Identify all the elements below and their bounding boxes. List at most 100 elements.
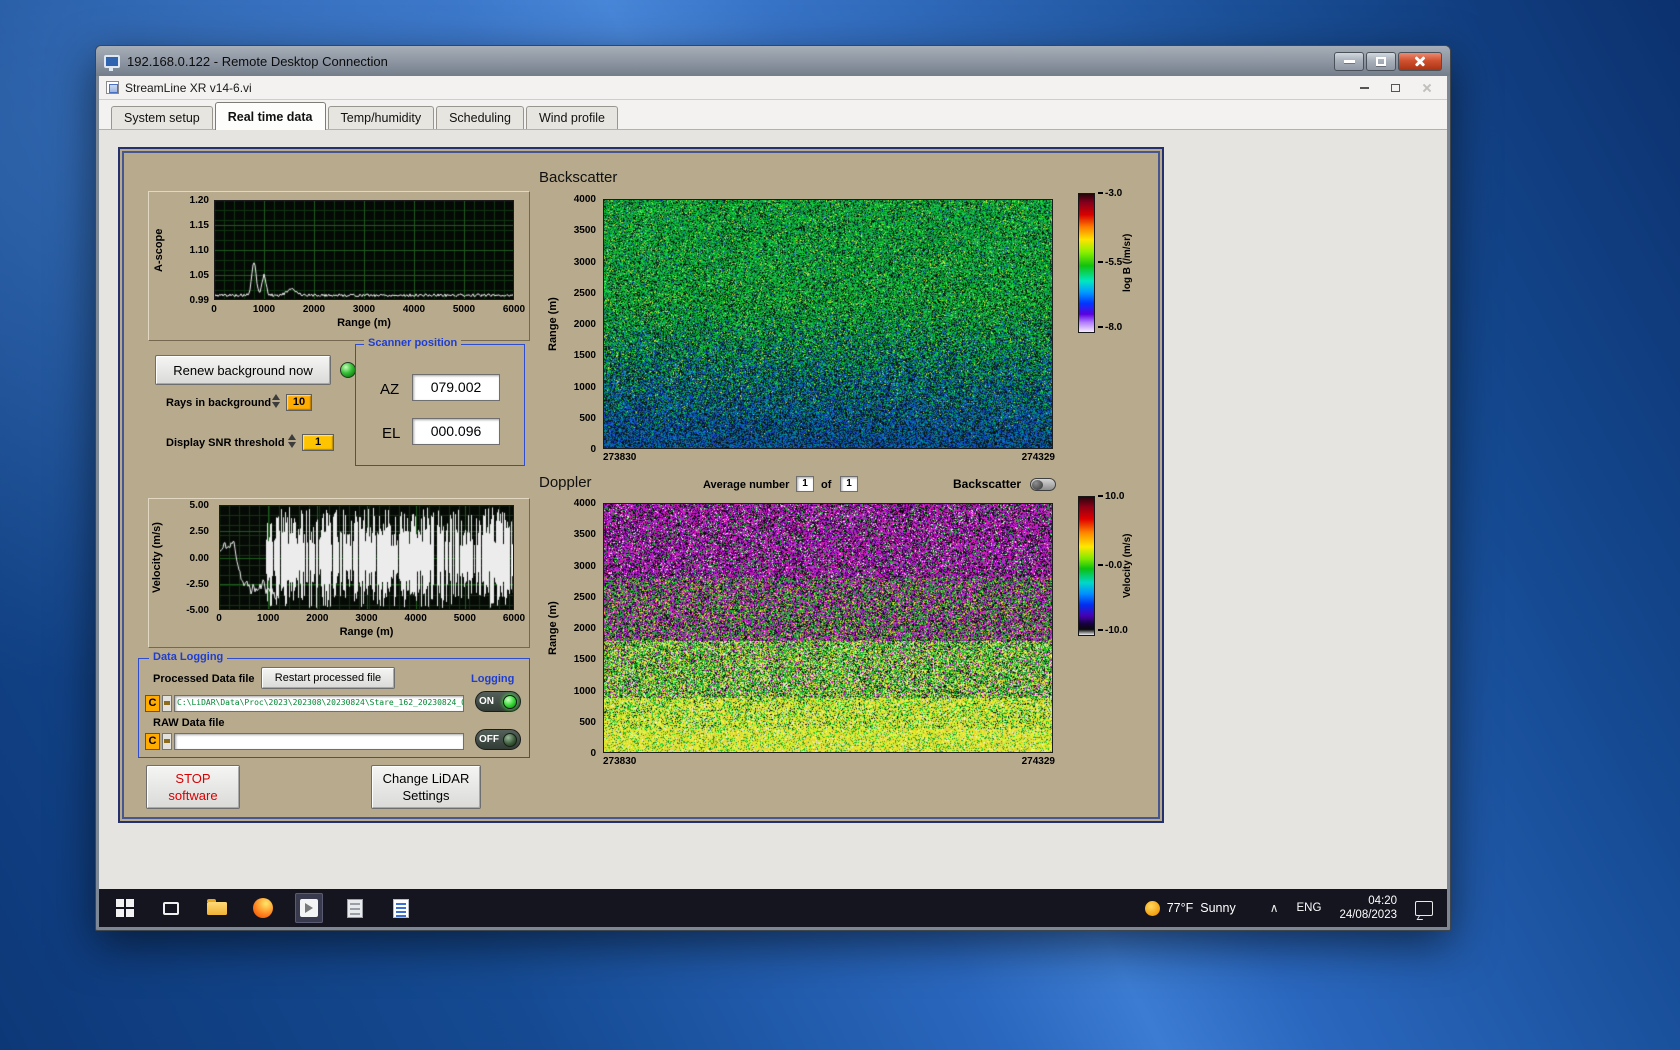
- task-view-button[interactable]: [157, 893, 185, 923]
- x-tick-label: 273830: [603, 756, 637, 767]
- ascope-x-axis-label: Range (m): [337, 317, 391, 329]
- y-tick-label: 0: [590, 444, 596, 455]
- processed-data-file-label: Processed Data file: [153, 673, 255, 685]
- renew-background-button[interactable]: Renew background now: [155, 355, 331, 385]
- maximize-icon: [1376, 56, 1386, 66]
- snr-spinner[interactable]: [288, 434, 296, 448]
- rays-spinner[interactable]: [272, 394, 280, 408]
- scanner-position-title: Scanner position: [364, 337, 462, 349]
- velocity-plot-group: Velocity (m/s) 5.00 2.50 0.00 -2.50 -5.00 0 1…: [148, 498, 530, 648]
- y-tick-label: 500: [579, 716, 596, 728]
- y-tick-label: 3500: [573, 225, 596, 237]
- tab-system-setup[interactable]: System setup: [111, 106, 213, 129]
- backscatter-x-ticks: 273830 274329: [603, 452, 1055, 463]
- tab-wind-profile[interactable]: Wind profile: [525, 106, 618, 129]
- raw-logging-toggle[interactable]: OFF: [475, 729, 521, 750]
- average-total-field[interactable]: 1: [840, 476, 858, 492]
- minimize-icon: [1343, 59, 1355, 63]
- tab-real-time-data[interactable]: Real time data: [214, 102, 326, 130]
- change-lidar-settings-button[interactable]: Change LiDAR Settings: [371, 765, 481, 809]
- doppler-y-ticks: 4000 3500 3000 2500 2000 1500 1000 500 0: [564, 498, 598, 759]
- y-tick-label: 0.00: [189, 552, 209, 564]
- processed-logging-toggle[interactable]: ON: [475, 691, 521, 712]
- doppler-colorbar: [1078, 496, 1095, 636]
- average-number-field[interactable]: 1: [796, 476, 814, 492]
- app-minimize-icon[interactable]: [1360, 86, 1369, 89]
- language-indicator[interactable]: ENG: [1297, 902, 1322, 914]
- app-restore-icon[interactable]: [1391, 83, 1400, 92]
- ascope-plot[interactable]: [214, 200, 514, 300]
- doppler-heatmap[interactable]: [603, 503, 1053, 753]
- app-close-icon[interactable]: [1422, 83, 1432, 93]
- y-tick-label: 3000: [573, 256, 596, 268]
- x-tick-label: 1000: [257, 613, 280, 624]
- velocity-x-axis-label: Range (m): [339, 626, 394, 638]
- x-tick-label: 273830: [603, 452, 637, 463]
- velocity-x-ticks: 0 1000 2000 3000 4000 5000 6000: [216, 613, 525, 625]
- colorbar-tick: -3.0: [1098, 188, 1122, 199]
- app-titlebar[interactable]: StreamLine XR v14-6.vi: [99, 76, 1447, 100]
- y-tick-label: 3500: [573, 529, 596, 541]
- backscatter-heatmap[interactable]: [603, 199, 1053, 449]
- el-value-field[interactable]: 000.096: [412, 418, 500, 445]
- streamline-app-button[interactable]: [295, 893, 323, 923]
- y-tick-label: 1.15: [189, 220, 209, 231]
- stop-software-button[interactable]: STOP software: [146, 765, 240, 809]
- backscatter-colorbar-label: log B (/m/sr): [1122, 233, 1133, 293]
- stop-button-line1: STOP: [175, 771, 211, 786]
- close-icon: [1414, 55, 1426, 67]
- velocity-y-axis-label: Velocity (m/s): [151, 522, 163, 593]
- restart-processed-file-button[interactable]: Restart processed file: [261, 667, 395, 689]
- labview-vi-icon: [106, 81, 119, 94]
- backscatter-toggle[interactable]: [1030, 478, 1056, 491]
- ascope-y-axis-label: A-scope: [153, 228, 165, 272]
- tab-temp-humidity[interactable]: Temp/humidity: [327, 106, 435, 129]
- backscatter-y-axis-label: Range (m): [547, 297, 559, 351]
- firefox-button[interactable]: [249, 893, 277, 923]
- file-explorer-button[interactable]: [203, 893, 231, 923]
- processed-path-field[interactable]: C:\LiDAR\Data\Proc\2023\202308\20230824\…: [174, 695, 464, 712]
- az-value-field[interactable]: 079.002: [412, 374, 500, 401]
- velocity-plot[interactable]: [219, 505, 514, 610]
- show-hidden-icons-chevron[interactable]: ∧: [1270, 901, 1279, 915]
- x-tick-label: 4000: [402, 304, 426, 315]
- tab-scheduling[interactable]: Scheduling: [436, 106, 524, 129]
- taskbar-clock[interactable]: 04:20 24/08/2023: [1339, 894, 1397, 922]
- raw-browse-icon[interactable]: [162, 733, 172, 750]
- stop-button-line2: software: [168, 788, 218, 803]
- desktop: 192.168.0.122 - Remote Desktop Connectio…: [0, 0, 1680, 1050]
- windows-logo-icon: [116, 899, 134, 917]
- notepad-button[interactable]: [387, 893, 415, 923]
- rdp-minimize-button[interactable]: [1334, 51, 1364, 71]
- logging-label: Logging: [471, 673, 515, 685]
- backscatter-colorbar-ticks: -3.0 -5.5 -8.0: [1098, 188, 1140, 333]
- x-tick-label: 5000: [452, 304, 476, 315]
- processed-drive-letter[interactable]: C: [145, 695, 160, 712]
- labview-app-icon: [300, 899, 318, 917]
- raw-path-field[interactable]: [174, 733, 464, 750]
- taskbar: 77°F Sunny ∧ ENG 04:20 24/08/2023: [99, 889, 1447, 927]
- tab-bar: System setup Real time data Temp/humidit…: [99, 100, 1447, 130]
- processed-browse-icon[interactable]: [162, 695, 172, 712]
- snr-value-field[interactable]: 1: [302, 434, 334, 451]
- of-label: of: [821, 479, 832, 491]
- y-tick-label: 0.99: [189, 295, 209, 306]
- weather-widget[interactable]: 77°F Sunny: [1144, 900, 1236, 916]
- firefox-icon: [253, 898, 273, 918]
- rays-value-field[interactable]: 10: [286, 394, 312, 411]
- raw-drive-letter[interactable]: C: [145, 733, 160, 750]
- rdp-close-button[interactable]: [1398, 51, 1442, 71]
- scan-scheduler-button[interactable]: [341, 893, 369, 923]
- doppler-plot-title: Doppler: [539, 474, 592, 491]
- y-tick-label: 1000: [573, 685, 596, 697]
- rdp-maximize-button[interactable]: [1366, 51, 1396, 71]
- rdp-titlebar[interactable]: 192.168.0.122 - Remote Desktop Connectio…: [96, 46, 1450, 76]
- doppler-colorbar-label: Velocity (m/s): [1122, 533, 1133, 599]
- weather-temperature: 77°F: [1166, 901, 1194, 915]
- y-tick-label: 1.20: [189, 195, 209, 206]
- average-number-label: Average number: [703, 479, 790, 491]
- action-center-icon[interactable]: [1415, 900, 1433, 916]
- x-tick-label: 6000: [502, 304, 526, 315]
- start-button[interactable]: [111, 893, 139, 923]
- document-icon: [393, 898, 409, 918]
